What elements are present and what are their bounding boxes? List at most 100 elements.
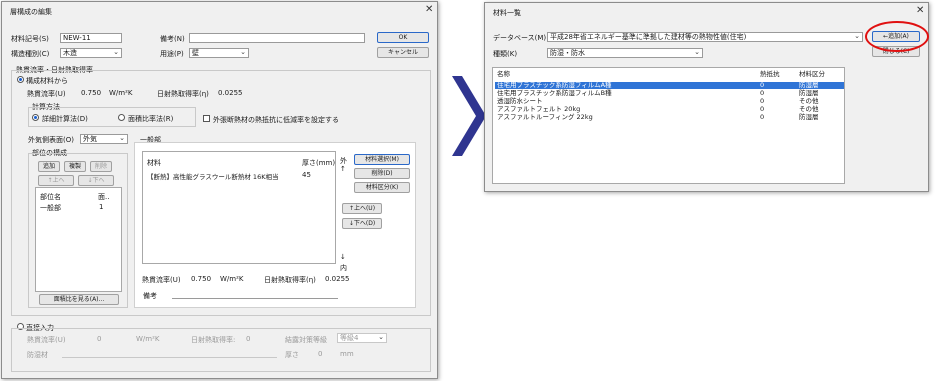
general-u-label: 熱貫流率(U)	[142, 276, 181, 284]
list-item[interactable]: アスファルトフェルト 20kg 0 その他	[495, 106, 844, 113]
exterior-surface-label: 外気側表面(O)	[28, 136, 74, 144]
general-u-value: 0.750	[191, 275, 212, 283]
header-resistance[interactable]: 熱抵抗	[760, 71, 780, 78]
material-list: 名称 熱抵抗 材料区分 住宅用プラスチック系防湿フィルムA種 0 防湿層 住宅用…	[492, 67, 845, 184]
select-material-button[interactable]: 材料選択(M)	[354, 154, 410, 165]
copy-part-button[interactable]: 複製	[64, 161, 86, 172]
item-name: アスファルトルーフィング 22kg	[497, 113, 593, 121]
part-row-area: 1	[99, 203, 104, 211]
database-select[interactable]: 平成28年省エネルギー基準に準拠した建材等の熱物性値(住宅) ⌄	[547, 32, 863, 42]
moisture-barrier-field[interactable]	[62, 357, 277, 358]
parts-header-area: 面..	[98, 193, 110, 201]
structure-select[interactable]: 木造 ⌄	[60, 48, 122, 58]
layer-row-thickness: 45	[302, 171, 311, 179]
item-name: 透湿防水シート	[497, 97, 543, 105]
up-arrow-icon: ↑	[340, 165, 346, 173]
area-ratio-view-button[interactable]: 面積比を見る(A)...	[39, 294, 119, 305]
item-name: 住宅用プラスチック系防湿フィルムB種	[497, 89, 612, 97]
detailed-calc-radio[interactable]	[32, 114, 39, 121]
layers-header-thickness: 厚さ(mm)	[302, 159, 336, 167]
item-resistance: 0	[760, 81, 765, 89]
direct-u-unit: W/m²K	[136, 335, 160, 343]
chevron-down-icon: ⌄	[378, 333, 384, 341]
layer-up-button[interactable]: ↑上へ(U)	[342, 203, 382, 214]
direct-eta-value: 0	[246, 335, 251, 343]
material-class-button[interactable]: 材料区分(K)	[354, 182, 410, 193]
thickness-label: 厚さ	[285, 351, 299, 359]
item-resistance: 0	[760, 105, 765, 113]
cancel-button[interactable]: キャンセル	[377, 47, 429, 58]
delete-part-button[interactable]: 削除	[90, 161, 112, 172]
kind-label: 種類(K)	[493, 50, 518, 58]
add-part-button[interactable]: 追加	[38, 161, 60, 172]
general-note-label: 備考	[143, 292, 157, 300]
layer-row-material[interactable]: 【断熱】高性能グラスウール断熱材 16K相当	[147, 171, 278, 181]
layers-header-material: 材料	[147, 159, 161, 167]
list-item[interactable]: アスファルトルーフィング 22kg 0 防湿層	[495, 114, 844, 121]
exterior-insulation-checkbox[interactable]	[203, 115, 210, 122]
material-no-label: 材料記号(S)	[11, 35, 49, 43]
exterior-insulation-label: 外張断熱材の熱抵抗に低減率を設定する	[213, 116, 339, 124]
header-class[interactable]: 材料区分	[799, 71, 825, 78]
exterior-surface-value: 外気	[83, 135, 97, 143]
item-class: その他	[799, 105, 819, 113]
header-name[interactable]: 名称	[497, 71, 510, 78]
item-class: 防湿層	[799, 81, 819, 89]
u-value: 0.750	[81, 89, 102, 97]
layer-down-button[interactable]: ↓下へ(D)	[342, 218, 382, 229]
eta-value: 0.0255	[218, 89, 243, 97]
composition-radio[interactable]	[17, 76, 24, 83]
item-name: 住宅用プラスチック系防湿フィルムA種	[497, 81, 612, 89]
ok-button[interactable]: OK	[377, 32, 429, 43]
chevron-down-icon: ⌄	[113, 48, 119, 56]
composition-radio-label: 構成材料から	[26, 77, 68, 85]
arrow-right-icon	[452, 76, 486, 156]
database-value: 平成28年省エネルギー基準に準拠した建材等の熱物性値(住宅)	[550, 33, 747, 41]
kind-select[interactable]: 防湿・防水 ⌄	[547, 48, 703, 58]
use-label: 用途(P)	[160, 50, 184, 58]
dialog-title: 層構成の編集	[10, 8, 52, 16]
list-item[interactable]: 住宅用プラスチック系防湿フィルムB種 0 防湿層	[495, 90, 844, 97]
item-class: その他	[799, 97, 819, 105]
part-up-button[interactable]: ↑上へ	[38, 175, 74, 186]
dialog-title: 材料一覧	[493, 9, 521, 17]
list-item[interactable]: 住宅用プラスチック系防湿フィルムA種 0 防湿層	[495, 82, 844, 89]
part-down-button[interactable]: ↓下へ	[78, 175, 114, 186]
general-note-field[interactable]	[172, 298, 338, 299]
area-ratio-radio[interactable]	[118, 114, 125, 121]
general-eta-value: 0.0255	[325, 275, 350, 283]
thickness-value: 0	[318, 350, 323, 358]
grade-select[interactable]: 等級4 ⌄	[337, 333, 387, 343]
material-no-field[interactable]: NEW-11	[60, 33, 122, 43]
part-row-name[interactable]: 一般部	[40, 203, 61, 213]
grade-label: 結露対策等級	[285, 336, 327, 344]
chevron-down-icon: ⌄	[119, 134, 125, 142]
delete-layer-button[interactable]: 削除(D)	[354, 168, 410, 179]
highlight-circle	[865, 21, 929, 52]
grade-value: 等級4	[340, 334, 359, 342]
material-list-dialog: 材料一覧 ✕ データベース(M) 平成28年省エネルギー基準に準拠した建材等の熱…	[484, 2, 929, 192]
close-icon[interactable]: ✕	[916, 5, 924, 16]
chevron-down-icon: ⌄	[694, 48, 700, 56]
note-field[interactable]	[189, 33, 365, 43]
use-select[interactable]: 壁 ⌄	[189, 48, 249, 58]
u-unit: W/m²K	[109, 89, 133, 97]
note-label: 備考(N)	[160, 35, 185, 43]
list-item[interactable]: 透湿防水シート 0 その他	[495, 98, 844, 105]
exterior-surface-select[interactable]: 外気 ⌄	[80, 134, 128, 144]
use-value: 壁	[192, 49, 199, 57]
item-resistance: 0	[760, 89, 765, 97]
close-icon[interactable]: ✕	[425, 4, 433, 15]
parts-header-name: 部位名	[40, 193, 61, 201]
u-label: 熱貫流率(U)	[27, 90, 66, 98]
general-u-unit: W/m²K	[220, 275, 244, 283]
list-header: 名称 熱抵抗 材料区分	[495, 71, 844, 78]
inside-label: 内	[340, 264, 347, 272]
layer-edit-dialog: 層構成の編集 ✕ 材料記号(S) NEW-11 構造種別(C) 木造 ⌄ 備考(…	[1, 1, 438, 379]
thickness-unit: mm	[340, 350, 354, 358]
direct-u-value: 0	[97, 335, 102, 343]
down-arrow-icon: ↓	[340, 253, 346, 261]
detailed-calc-label: 詳細計算法(D)	[42, 115, 88, 123]
chevron-down-icon: ⌄	[854, 32, 860, 40]
eta-label: 日射熱取得率(η)	[157, 90, 209, 98]
